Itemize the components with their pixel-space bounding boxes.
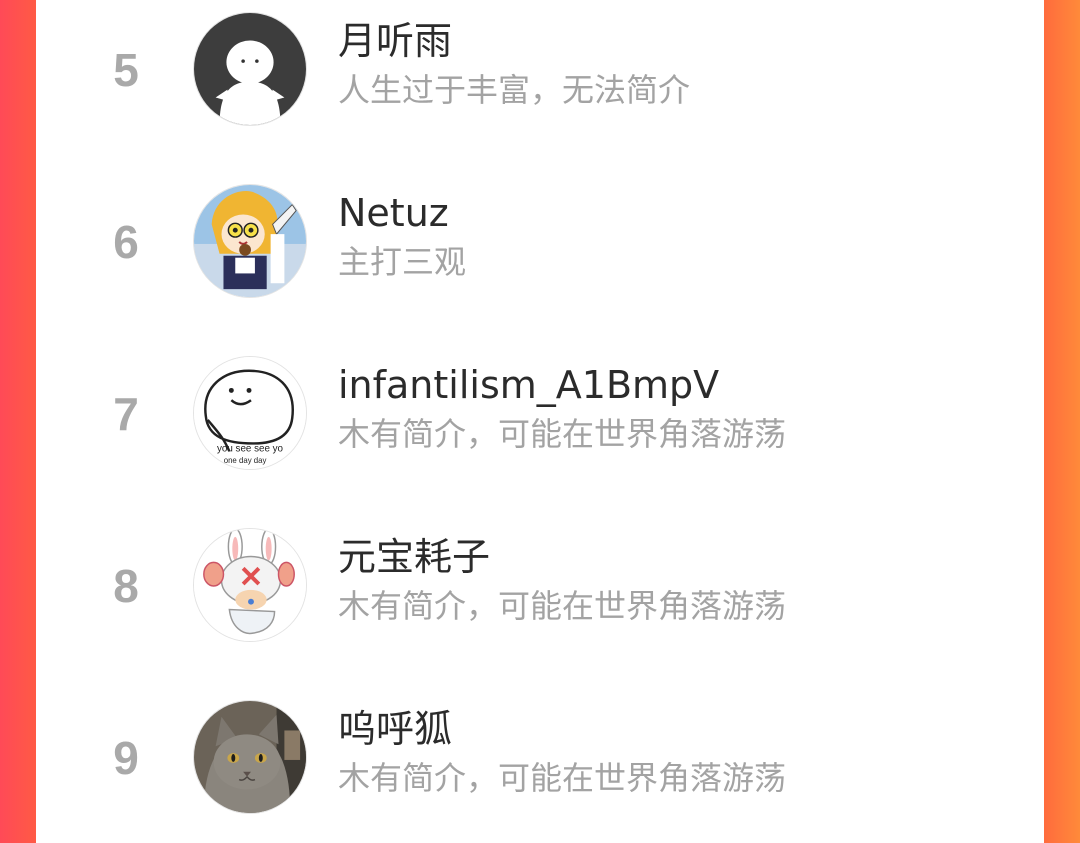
anime-girl-avatar-icon[interactable] — [193, 184, 307, 298]
bunny-chopper-avatar-icon[interactable] — [193, 528, 307, 642]
avatar-caption-1: you see see yo — [217, 443, 284, 454]
rank-number: 9 — [113, 732, 139, 784]
cat-photo-avatar-icon[interactable] — [193, 700, 307, 814]
list-item[interactable]: 5 月听雨 人生过于丰富，无法简介 — [36, 0, 1044, 172]
rank-number: 8 — [113, 560, 139, 612]
smiley-blob-avatar-icon[interactable]: you see see yo one day day — [193, 356, 307, 470]
user-name[interactable]: 元宝耗子 — [338, 534, 490, 580]
user-name[interactable]: 月听雨 — [338, 18, 452, 64]
rank-number: 5 — [113, 44, 139, 96]
user-name[interactable]: infantilism_A1BmpV — [338, 362, 719, 408]
user-bio: 人生过于丰富，无法简介 — [338, 71, 691, 109]
user-bio: 木有简介，可能在世界角落游荡 — [338, 415, 787, 453]
rank-number: 7 — [113, 388, 139, 440]
ranking-list-panel: 5 月听雨 人生过于丰富，无法简介 6 Netuz 主打三观 7 you see… — [36, 0, 1044, 843]
user-bio: 木有简介，可能在世界角落游荡 — [338, 759, 787, 797]
avatar-caption-2: one day day — [224, 456, 267, 465]
user-bio: 木有简介，可能在世界角落游荡 — [338, 587, 787, 625]
list-item[interactable]: 8 元宝耗子 木有简介，可能在世界角落游荡 — [36, 516, 1044, 688]
ghost-avatar-icon[interactable] — [193, 12, 307, 126]
user-bio: 主打三观 — [338, 243, 467, 281]
user-name[interactable]: 呜呼狐 — [338, 706, 452, 752]
list-item[interactable]: 9 呜呼狐 木有简介，可能在世界角落游荡 — [36, 688, 1044, 843]
rank-number: 6 — [113, 216, 139, 268]
list-item[interactable]: 7 you see see yo one day day infantilism… — [36, 344, 1044, 516]
list-item[interactable]: 6 Netuz 主打三观 — [36, 172, 1044, 344]
user-name[interactable]: Netuz — [338, 190, 449, 236]
